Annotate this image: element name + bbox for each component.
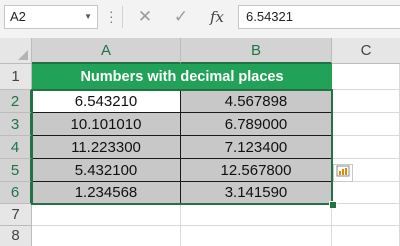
cell-c8[interactable] (332, 226, 400, 246)
cell-a7[interactable] (32, 204, 181, 226)
more-options-icon[interactable]: · · · (109, 4, 114, 28)
name-box-value: A2 (10, 9, 26, 24)
cell-a8[interactable] (32, 226, 181, 246)
cell-b4[interactable]: 7.123400 (181, 136, 332, 159)
fill-handle[interactable] (329, 201, 337, 209)
cell-b7[interactable] (181, 204, 332, 226)
cell-a3[interactable]: 10.101010 (32, 113, 181, 136)
cell-b3[interactable]: 6.789000 (181, 113, 332, 136)
row-header-8[interactable]: 8 (0, 226, 32, 246)
row-header-1[interactable]: 1 (0, 64, 32, 90)
enter-icon[interactable]: ✓ (166, 5, 196, 29)
row-header-2[interactable]: 2 (0, 90, 32, 113)
insert-function-icon[interactable]: fx (202, 5, 232, 29)
cell-c3[interactable] (332, 113, 400, 136)
cell-b5[interactable]: 12.567800 (181, 159, 332, 182)
cell-c1[interactable] (332, 64, 400, 90)
cell-b6[interactable]: 3.141590 (181, 182, 332, 204)
quick-analysis-icon[interactable] (333, 164, 353, 182)
cell-b8[interactable] (181, 226, 332, 246)
cell-a2[interactable]: 6.543210 (32, 90, 181, 113)
name-box[interactable]: A2 ▼ (4, 5, 98, 29)
quick-analysis-glyph (336, 165, 350, 177)
column-header-a[interactable]: A (32, 38, 181, 64)
row-header-4[interactable]: 4 (0, 136, 32, 159)
chevron-down-icon[interactable]: ▼ (84, 6, 92, 28)
divider (122, 6, 123, 28)
cell-c4[interactable] (332, 136, 400, 159)
cell-a4[interactable]: 11.223300 (32, 136, 181, 159)
row-header-5[interactable]: 5 (0, 159, 32, 182)
cell-b2[interactable]: 4.567898 (181, 90, 332, 113)
cancel-icon[interactable]: ✕ (130, 5, 160, 29)
formula-input[interactable]: 6.54321 (238, 5, 400, 29)
row-header-3[interactable]: 3 (0, 113, 32, 136)
column-header-c[interactable]: C (332, 38, 400, 64)
title-cell[interactable]: Numbers with decimal places (32, 64, 332, 90)
row-header-7[interactable]: 7 (0, 204, 32, 226)
cell-a5[interactable]: 5.432100 (32, 159, 181, 182)
column-header-b[interactable]: B (181, 38, 332, 64)
cell-c6[interactable] (332, 182, 400, 204)
cell-c7[interactable] (332, 204, 400, 226)
row-header-6[interactable]: 6 (0, 182, 32, 204)
formula-bar: A2 ▼ · · · ✕ ✓ fx 6.54321 (0, 0, 400, 38)
select-all-icon (18, 50, 28, 60)
cell-a6[interactable]: 1.234568 (32, 182, 181, 204)
select-all-button[interactable] (0, 38, 32, 64)
spreadsheet-grid: A B C 1 2 3 4 5 6 7 8 Numbers with decim… (0, 38, 400, 246)
cell-c2[interactable] (332, 90, 400, 113)
